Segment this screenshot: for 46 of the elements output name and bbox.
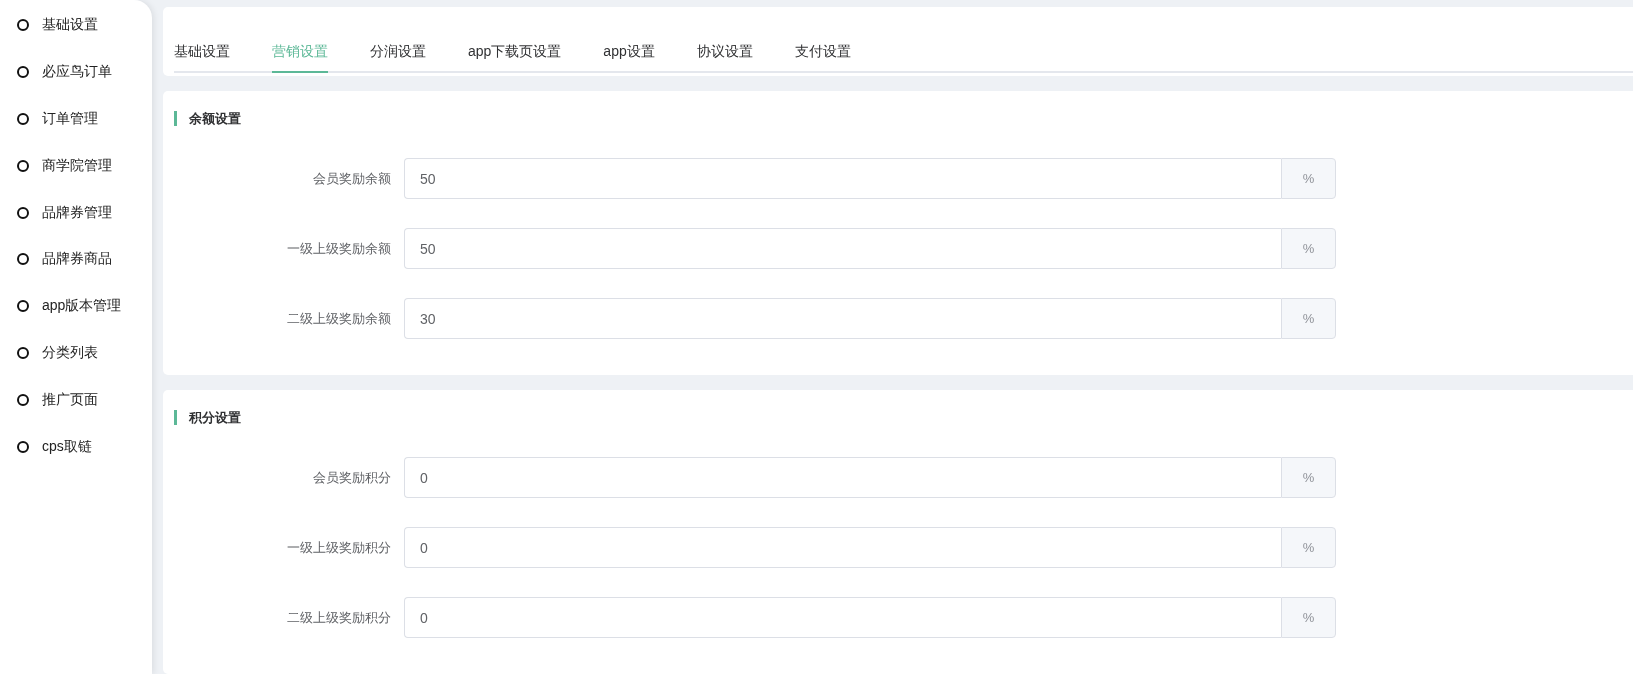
tab[interactable]: app设置: [603, 35, 655, 73]
input-field[interactable]: 50: [404, 158, 1281, 199]
tab[interactable]: 分润设置: [370, 35, 426, 73]
tab[interactable]: app下载页设置: [468, 35, 562, 73]
sidebar-item[interactable]: 推广页面: [0, 376, 152, 424]
field-label: 会员奖励余额: [312, 169, 392, 188]
percent-suffix: %: [1281, 457, 1336, 498]
tab[interactable]: 支付设置: [794, 35, 851, 73]
field-label: 一级上级奖励积分: [286, 538, 392, 557]
input-field[interactable]: 50: [404, 228, 1281, 269]
field-label: 二级上级奖励积分: [286, 608, 392, 627]
sidebar-item[interactable]: 品牌券商品: [0, 236, 152, 283]
circle-icon: [17, 393, 29, 406]
sidebar-item[interactable]: 必应鸟订单: [0, 48, 152, 96]
circle-icon: [17, 159, 29, 172]
sidebar-item[interactable]: app版本管理: [0, 282, 152, 330]
circle-icon: [17, 253, 29, 266]
tab[interactable]: 协议设置: [696, 35, 753, 73]
circle-icon: [17, 19, 29, 32]
percent-suffix: %: [1281, 527, 1336, 568]
field-label: 会员奖励积分: [312, 468, 392, 487]
percent-suffix: %: [1281, 228, 1336, 269]
field-label: 一级上级奖励余额: [286, 239, 392, 258]
sidebar-item[interactable]: cps取链: [0, 423, 152, 470]
circle-icon: [17, 113, 29, 125]
input-field[interactable]: 0: [404, 457, 1281, 498]
input-field[interactable]: 30: [404, 298, 1281, 339]
input-field[interactable]: 0: [404, 527, 1281, 568]
percent-suffix: %: [1281, 298, 1336, 339]
input-field[interactable]: 0: [404, 597, 1281, 638]
circle-icon: [17, 66, 29, 79]
sidebar-item[interactable]: 基础设置: [0, 2, 152, 49]
circle-icon: [17, 300, 29, 313]
tab[interactable]: 基础设置: [174, 35, 230, 73]
sidebar-item[interactable]: 品牌券管理: [0, 189, 152, 236]
circle-icon: [17, 206, 29, 219]
section-title: 积分设置: [174, 410, 1633, 425]
percent-suffix: %: [1281, 158, 1336, 199]
sidebar-item[interactable]: 分类列表: [0, 329, 152, 377]
sidebar-item[interactable]: 商学院管理: [0, 142, 152, 190]
section-title: 余额设置: [174, 111, 1633, 126]
circle-icon: [17, 440, 29, 453]
percent-suffix: %: [1281, 597, 1336, 638]
circle-icon: [17, 346, 29, 359]
sidebar-item[interactable]: 订单管理: [0, 95, 152, 143]
field-label: 二级上级奖励余额: [286, 309, 392, 328]
